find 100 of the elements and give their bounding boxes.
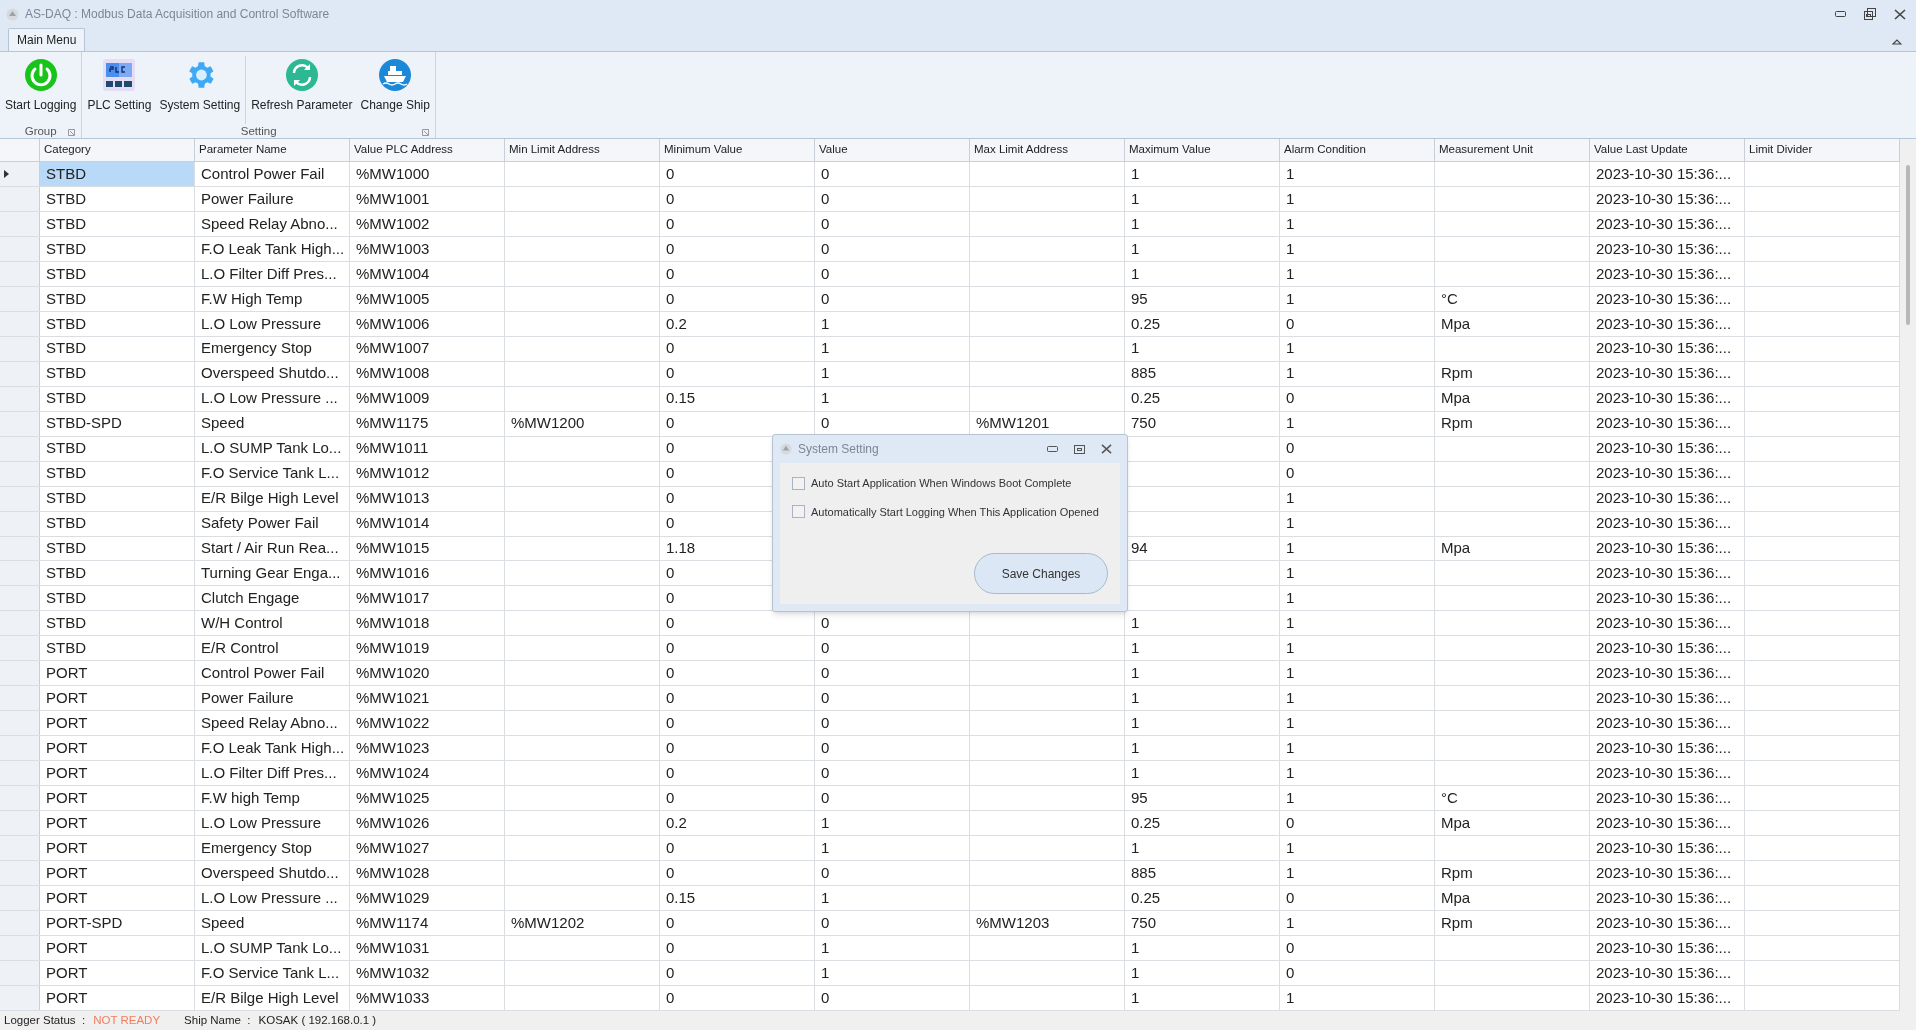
table-cell-text: 1 xyxy=(1286,188,1295,209)
table-cell-text: %MW1201 xyxy=(976,413,1050,434)
ribbon-button[interactable]: Change Ship xyxy=(357,56,433,124)
table-cell-text: 0 xyxy=(1286,962,1295,983)
table-cell-text: %MW1031 xyxy=(356,937,430,958)
table-cell-text: STBD xyxy=(46,238,86,259)
table-cell-text: 1 xyxy=(1286,563,1295,584)
table-cell-text: STBD xyxy=(46,513,86,534)
table-cell-text: 2023-10-30 15:36:... xyxy=(1596,488,1732,509)
table-cell-text: %MW1032 xyxy=(356,962,430,983)
table-cell-text: STBD xyxy=(46,563,86,584)
ribbon-tab[interactable]: Main Menu xyxy=(8,28,86,51)
column-header[interactable]: Value Last Update xyxy=(1590,139,1745,161)
table-cell-text: 1 xyxy=(1131,937,1140,958)
table-cell-text: F.O Leak Tank High... xyxy=(201,238,345,259)
save-changes-button[interactable]: Save Changes xyxy=(974,553,1108,594)
table-cell-text: F.W high Temp xyxy=(201,787,300,808)
column-header[interactable]: Measurement Unit xyxy=(1435,139,1590,161)
column-header[interactable]: Minimum Value xyxy=(660,139,815,161)
table-cell-text: 0.15 xyxy=(666,887,696,908)
table-cell-text: 1 xyxy=(1286,338,1295,359)
table-cell-text: 2023-10-30 15:36:... xyxy=(1596,787,1732,808)
table-cell-text: F.W High Temp xyxy=(201,288,303,309)
table-cell-text: Power Failure xyxy=(201,188,294,209)
table-cell-text: 1 xyxy=(821,962,830,983)
column-header[interactable]: Min Limit Address xyxy=(505,139,660,161)
table-cell-text: 1 xyxy=(1286,862,1295,883)
table-cell-text: 0.25 xyxy=(1131,388,1161,409)
table-cell-text: 2023-10-30 15:36:... xyxy=(1596,962,1732,983)
table-cell-text: Mpa xyxy=(1441,538,1471,559)
table-cell-text: %MW1026 xyxy=(356,812,430,833)
table-cell-text: 0 xyxy=(666,762,675,783)
ribbon-button[interactable]: Start Logging xyxy=(2,56,80,124)
table-cell-text: 1 xyxy=(1286,263,1295,284)
table-cell-text: 0 xyxy=(666,613,675,634)
table-cell-text: L.O Low Pressure xyxy=(201,313,322,334)
table-cell-text: 2023-10-30 15:36:... xyxy=(1596,288,1732,309)
table-cell-text: %MW1007 xyxy=(356,338,430,359)
table-cell-text: 0 xyxy=(821,413,830,434)
ribbon-button[interactable]: PLC Setting xyxy=(84,56,155,124)
table-cell-text: %MW1009 xyxy=(356,388,430,409)
column-header[interactable]: Parameter Name xyxy=(195,139,350,161)
table-cell-text: 0 xyxy=(821,613,830,634)
table-cell-text: F.O Service Tank L... xyxy=(201,962,340,983)
table-cell-text: 95 xyxy=(1131,787,1148,808)
table-cell-text: 0 xyxy=(821,862,830,883)
table-cell-text: %MW1000 xyxy=(356,163,430,184)
table-cell-text: 0 xyxy=(666,962,675,983)
table-cell-text: %MW1202 xyxy=(511,912,585,933)
table-cell-text: 1 xyxy=(1131,638,1140,659)
checkbox-label: Automatically Start Logging When This Application Opened xyxy=(811,504,1099,520)
table-cell-text: 0 xyxy=(666,263,675,284)
table-cell-text: PORT xyxy=(46,787,88,808)
status-label: Logger Status : xyxy=(4,1012,86,1028)
table-cell-text: 1 xyxy=(1131,213,1140,234)
table-cell-text: Speed Relay Abno... xyxy=(201,213,338,234)
table-cell-text: 0 xyxy=(666,912,675,933)
table-cell-text: 2023-10-30 15:36:... xyxy=(1596,213,1732,234)
table-cell-text: PORT xyxy=(46,837,88,858)
table-cell-text: 94 xyxy=(1131,538,1148,559)
table-cell-text: 1 xyxy=(1286,663,1295,684)
table-cell-text: PORT xyxy=(46,887,88,908)
table-cell-text: 0 xyxy=(1286,937,1295,958)
table-cell-text: 0 xyxy=(666,937,675,958)
table-cell-text: 1 xyxy=(1286,513,1295,534)
table-cell-text: 1 xyxy=(821,338,830,359)
column-header[interactable]: Category xyxy=(40,139,195,161)
table-cell-text: 1 xyxy=(1286,288,1295,309)
table-cell-text: Rpm xyxy=(1441,363,1473,384)
ribbon-button[interactable]: System Setting xyxy=(156,56,244,124)
column-header[interactable]: Alarm Condition xyxy=(1280,139,1435,161)
table-cell-text: %MW1021 xyxy=(356,688,430,709)
table-cell-text: 0 xyxy=(666,588,675,609)
table-cell-text: %MW1019 xyxy=(356,638,430,659)
table-cell-text: Rpm xyxy=(1441,912,1473,933)
dialog-title: System Setting xyxy=(798,441,879,458)
table-cell-text: 2023-10-30 15:36:... xyxy=(1596,738,1732,758)
table-cell-text: L.O Low Pressure xyxy=(201,812,322,833)
table-cell-text: Speed Relay Abno... xyxy=(201,713,338,733)
table-cell-text: PORT xyxy=(46,762,88,783)
table-cell-text: 2023-10-30 15:36:... xyxy=(1596,238,1732,259)
ribbon-button[interactable]: Refresh Parameter xyxy=(248,56,356,124)
table-cell-text: 1 xyxy=(1286,588,1295,609)
table-cell-text: 0 xyxy=(1286,313,1295,334)
table-cell-text: Speed xyxy=(201,912,245,933)
table-cell-text: °C xyxy=(1441,787,1458,808)
table-cell-text: 0 xyxy=(666,463,675,484)
column-header[interactable]: Max Limit Address xyxy=(970,139,1125,161)
table-cell-text: 2023-10-30 15:36:... xyxy=(1596,762,1732,783)
table-cell-text: 0 xyxy=(821,762,830,783)
table-cell-text: E/R Bilge High Level xyxy=(201,987,339,1008)
table-cell-text: 1 xyxy=(1286,363,1295,384)
column-header[interactable]: Maximum Value xyxy=(1125,139,1280,161)
column-header[interactable]: Value PLC Address xyxy=(350,139,505,161)
group-label: Group xyxy=(24,124,57,140)
table-cell-text: %MW1029 xyxy=(356,887,430,908)
table-cell-text: 0 xyxy=(821,238,830,259)
window-title: AS-DAQ : Modbus Data Acquisition and Control Software xyxy=(25,6,330,23)
column-header[interactable]: Value xyxy=(815,139,970,161)
table-cell-text: PORT xyxy=(46,962,88,983)
